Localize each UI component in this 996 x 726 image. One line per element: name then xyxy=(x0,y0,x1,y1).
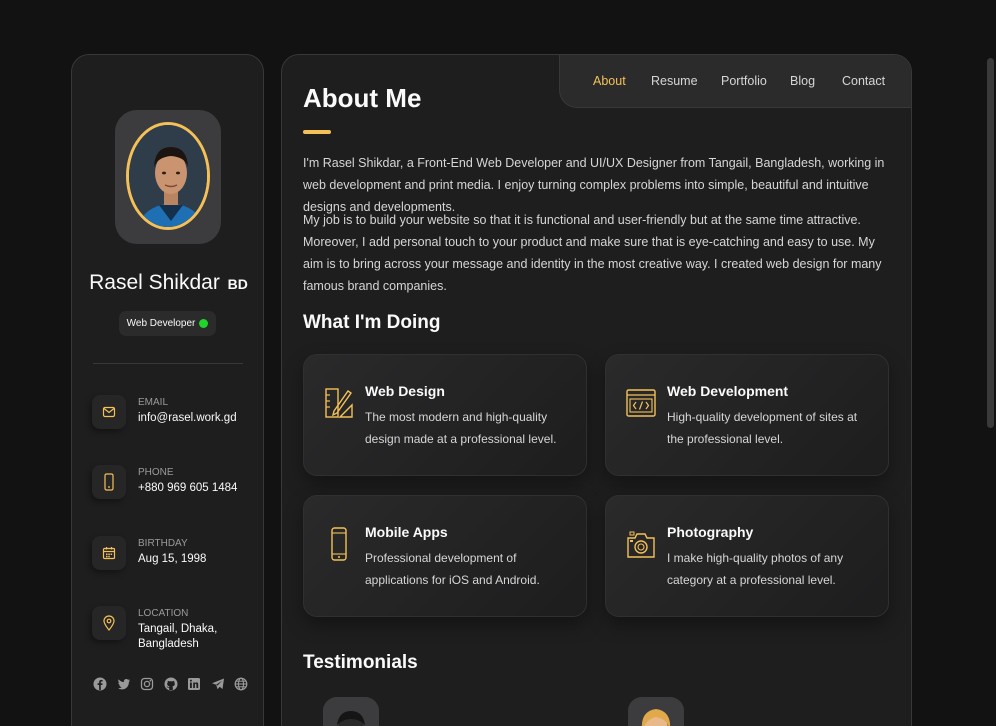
calendar-icon xyxy=(92,536,126,570)
contact-label: PHONE xyxy=(138,467,174,478)
sidebar: Rasel Shikdar BD Web Developer EMAIL inf… xyxy=(71,54,264,726)
nav-about[interactable]: About xyxy=(593,74,626,88)
service-title: Mobile Apps xyxy=(365,524,448,540)
contact-label: BIRTHDAY xyxy=(138,538,188,549)
testimonial-avatar[interactable] xyxy=(323,697,379,726)
service-text: I make high-quality photos of any catego… xyxy=(667,551,844,587)
profile-photo xyxy=(129,125,207,227)
mobile-icon xyxy=(331,527,347,561)
service-text: The most modern and high-quality design … xyxy=(365,410,557,446)
telegram-icon[interactable] xyxy=(211,677,225,696)
location-icon xyxy=(92,606,126,640)
camera-icon xyxy=(627,531,655,558)
profile-name: Rasel Shikdar BD xyxy=(72,271,265,295)
instagram-icon[interactable] xyxy=(140,677,154,696)
service-title: Photography xyxy=(667,524,754,540)
service-title: Web Development xyxy=(667,383,789,399)
nav-resume[interactable]: Resume xyxy=(651,74,698,88)
service-title: Web Design xyxy=(365,383,445,399)
testimonial-avatar[interactable] xyxy=(628,697,684,726)
contact-label: EMAIL xyxy=(138,397,169,408)
linkedin-icon[interactable] xyxy=(187,677,201,696)
service-card: Web Development High-quality development… xyxy=(605,354,889,476)
title-underline xyxy=(303,130,331,134)
contact-label: LOCATION xyxy=(138,608,189,619)
contact-value: Tangail, Dhaka, Bangladesh xyxy=(138,623,218,650)
status-dot-icon xyxy=(199,319,209,328)
service-text: High-quality development of sites at the… xyxy=(667,410,858,446)
separator xyxy=(93,363,243,364)
mail-icon xyxy=(92,395,126,429)
service-card: Photography I make high-quality photos o… xyxy=(605,495,889,617)
nav-contact[interactable]: Contact xyxy=(842,74,885,88)
profile-name-text: Rasel Shikdar xyxy=(89,271,220,294)
social-links xyxy=(93,677,248,695)
phone-link[interactable]: +880 969 605 1484 xyxy=(138,481,253,496)
code-icon xyxy=(626,389,656,417)
twitter-icon[interactable] xyxy=(117,677,131,696)
email-link[interactable]: info@rasel.work.gd xyxy=(138,411,253,426)
contact-value: Aug 15, 1998 xyxy=(138,553,207,565)
title-badge: Web Developer xyxy=(119,311,216,336)
facebook-icon[interactable] xyxy=(93,677,107,696)
avatar-box xyxy=(115,110,221,244)
services-heading: What I'm Doing xyxy=(303,312,441,333)
website-icon[interactable] xyxy=(234,677,248,696)
avatar xyxy=(126,122,210,230)
service-card: Mobile Apps Professional development of … xyxy=(303,495,587,617)
navbar: About Resume Portfolio Blog Contact xyxy=(559,55,911,108)
page-scrollbar-thumb[interactable] xyxy=(987,58,994,428)
about-paragraph: My job is to build your website so that … xyxy=(303,213,882,293)
nav-blog[interactable]: Blog xyxy=(790,74,815,88)
page-title: About Me xyxy=(303,83,422,113)
service-card: Web Design The most modern and high-qual… xyxy=(303,354,587,476)
phone-icon xyxy=(92,465,126,499)
title-badge-label: Web Developer xyxy=(126,318,196,329)
design-icon xyxy=(325,388,353,418)
service-text: Professional development of applications… xyxy=(365,551,540,587)
profile-name-suffix: BD xyxy=(227,276,248,292)
testimonials-heading: Testimonials xyxy=(303,652,418,673)
github-icon[interactable] xyxy=(164,677,178,696)
nav-portfolio[interactable]: Portfolio xyxy=(721,74,767,88)
main-content: About Resume Portfolio Blog Contact Abou… xyxy=(281,54,912,726)
